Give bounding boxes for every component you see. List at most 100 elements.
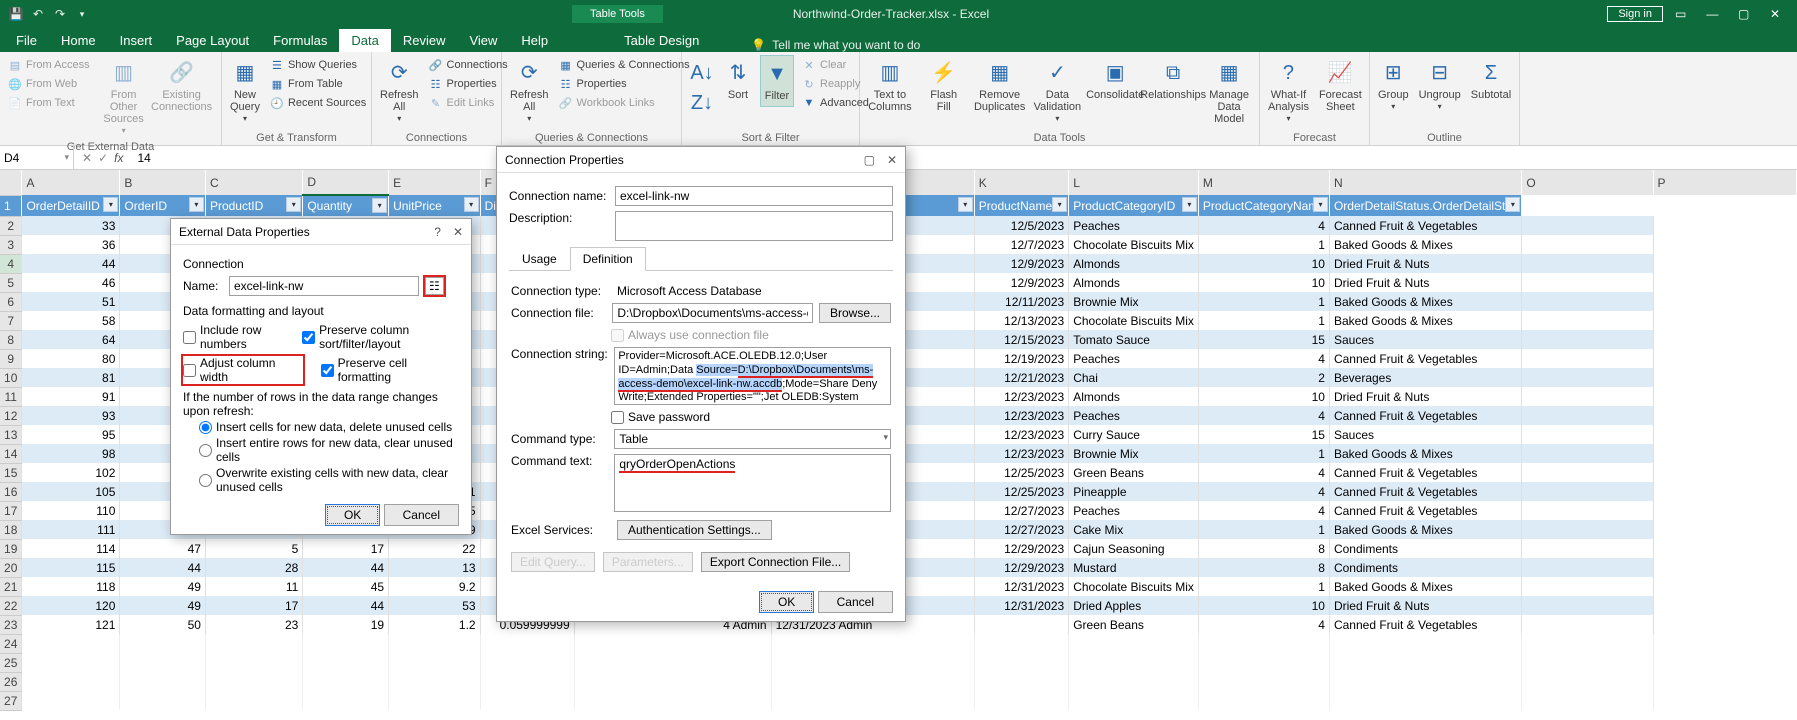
preserve-cell-formatting-checkbox[interactable]: Preserve cell formatting: [321, 356, 459, 384]
from-table-button[interactable]: ▦From Table: [268, 76, 368, 92]
cell[interactable]: [120, 634, 206, 653]
cell[interactable]: [303, 691, 389, 710]
cell[interactable]: 12/15/2023: [974, 330, 1068, 349]
cell[interactable]: [389, 691, 481, 710]
qat-customize-icon[interactable]: ▾: [74, 6, 90, 22]
new-query-button[interactable]: ▦New Query▾: [228, 55, 262, 128]
cell[interactable]: Brownie Mix: [1069, 444, 1199, 463]
cell[interactable]: Dried Apples: [1069, 596, 1199, 615]
cell[interactable]: 53: [389, 596, 481, 615]
row-header[interactable]: 26: [0, 672, 22, 691]
cell[interactable]: 12/27/2023: [974, 520, 1068, 539]
tab-table-design[interactable]: Table Design: [612, 29, 711, 52]
connection-name-field[interactable]: [615, 186, 893, 206]
cell[interactable]: [771, 691, 974, 710]
cell[interactable]: [480, 653, 574, 672]
cell[interactable]: [205, 634, 302, 653]
row-header[interactable]: 10: [0, 368, 22, 387]
cell[interactable]: 58: [22, 311, 120, 330]
cell[interactable]: [22, 691, 120, 710]
command-type-select[interactable]: [614, 429, 891, 449]
cell[interactable]: Chocolate Biscuits Mix: [1069, 577, 1199, 596]
name-box[interactable]: D4: [0, 146, 74, 169]
close-icon[interactable]: ✕: [1761, 7, 1789, 21]
show-queries-button[interactable]: ☰Show Queries: [268, 57, 368, 73]
cell[interactable]: 17: [205, 596, 302, 615]
cell[interactable]: Condiments: [1329, 558, 1521, 577]
consolidate-button[interactable]: ▣Consolidate: [1089, 55, 1141, 105]
cell[interactable]: [1522, 425, 1653, 444]
cell[interactable]: [974, 615, 1068, 634]
cell[interactable]: 12/23/2023: [974, 406, 1068, 425]
row-header[interactable]: 25: [0, 653, 22, 672]
cell[interactable]: [1522, 482, 1653, 501]
column-header-D[interactable]: D: [303, 170, 389, 195]
manage-data-model-button[interactable]: ▦Manage Data Model: [1205, 55, 1253, 129]
cell[interactable]: [574, 653, 771, 672]
cell[interactable]: 111: [22, 520, 120, 539]
cell[interactable]: Cajun Seasoning: [1069, 539, 1199, 558]
dialog-title-bar[interactable]: Connection Properties ▢✕: [497, 147, 905, 173]
cell[interactable]: 44: [22, 254, 120, 273]
cell[interactable]: [1522, 672, 1653, 691]
cell[interactable]: 105: [22, 482, 120, 501]
table-header[interactable]: ProductName▾: [974, 195, 1068, 216]
cell[interactable]: [1329, 653, 1521, 672]
cell[interactable]: [1522, 691, 1653, 710]
cell[interactable]: [205, 672, 302, 691]
cell[interactable]: [574, 672, 771, 691]
cell[interactable]: [1198, 691, 1329, 710]
cell[interactable]: 4: [1198, 615, 1329, 634]
cell[interactable]: 36: [22, 235, 120, 254]
cell[interactable]: [120, 653, 206, 672]
cell[interactable]: [205, 691, 302, 710]
definition-tab[interactable]: Definition: [570, 247, 646, 271]
cell[interactable]: 1: [1198, 577, 1329, 596]
cell[interactable]: Dried Fruit & Nuts: [1329, 254, 1521, 273]
cell[interactable]: 44: [303, 596, 389, 615]
cell[interactable]: Canned Fruit & Vegetables: [1329, 501, 1521, 520]
filter-dropdown-icon[interactable]: ▾: [1052, 197, 1067, 212]
cell[interactable]: 9.2: [389, 577, 481, 596]
recent-sources-button[interactable]: 🕘Recent Sources: [268, 95, 368, 111]
cell[interactable]: Canned Fruit & Vegetables: [1329, 216, 1521, 235]
connection-file-field[interactable]: [612, 303, 813, 323]
always-use-connection-file-checkbox[interactable]: Always use connection file: [611, 328, 769, 342]
cell[interactable]: Baked Goods & Mixes: [1329, 444, 1521, 463]
cell[interactable]: [1069, 634, 1199, 653]
tell-me-search[interactable]: Tell me what you want to do: [751, 38, 920, 52]
cell[interactable]: [574, 691, 771, 710]
column-header-L[interactable]: L: [1069, 170, 1199, 195]
cell[interactable]: [1522, 653, 1653, 672]
cell[interactable]: 4: [1198, 501, 1329, 520]
preserve-column-sort-checkbox[interactable]: Preserve column sort/filter/layout: [302, 323, 459, 351]
row-header[interactable]: 9: [0, 349, 22, 368]
reapply-button[interactable]: ↻Reapply: [800, 76, 871, 92]
cell[interactable]: Cake Mix: [1069, 520, 1199, 539]
cell[interactable]: [1522, 634, 1653, 653]
cell[interactable]: 1: [1198, 235, 1329, 254]
flash-fill-button[interactable]: ⚡Flash Fill: [920, 55, 968, 117]
cell[interactable]: 12/29/2023: [974, 558, 1068, 577]
cell[interactable]: 1: [1198, 292, 1329, 311]
cell[interactable]: [1198, 634, 1329, 653]
cell[interactable]: Chocolate Biscuits Mix: [1069, 311, 1199, 330]
cell[interactable]: Peaches: [1069, 349, 1199, 368]
cell[interactable]: Almonds: [1069, 254, 1199, 273]
cell[interactable]: [303, 653, 389, 672]
row-header[interactable]: 19: [0, 539, 22, 558]
refresh-all-button-2[interactable]: ⟳Refresh All▾: [508, 55, 551, 128]
cell[interactable]: 12/9/2023: [974, 254, 1068, 273]
cell[interactable]: 12/7/2023: [974, 235, 1068, 254]
cancel-button[interactable]: Cancel: [818, 591, 893, 613]
row-header[interactable]: 15: [0, 463, 22, 482]
filter-dropdown-icon[interactable]: ▾: [189, 197, 204, 212]
table-header[interactable]: Quantity▾: [303, 195, 389, 216]
authentication-settings-button[interactable]: Authentication Settings...: [617, 520, 772, 540]
relationships-button[interactable]: ⧉Relationships: [1147, 55, 1199, 105]
ok-button[interactable]: OK: [325, 504, 380, 526]
cell[interactable]: 121: [22, 615, 120, 634]
dialog-title-bar[interactable]: External Data Properties ?✕: [171, 219, 471, 245]
cell[interactable]: 115: [22, 558, 120, 577]
cell[interactable]: Chai: [1069, 368, 1199, 387]
